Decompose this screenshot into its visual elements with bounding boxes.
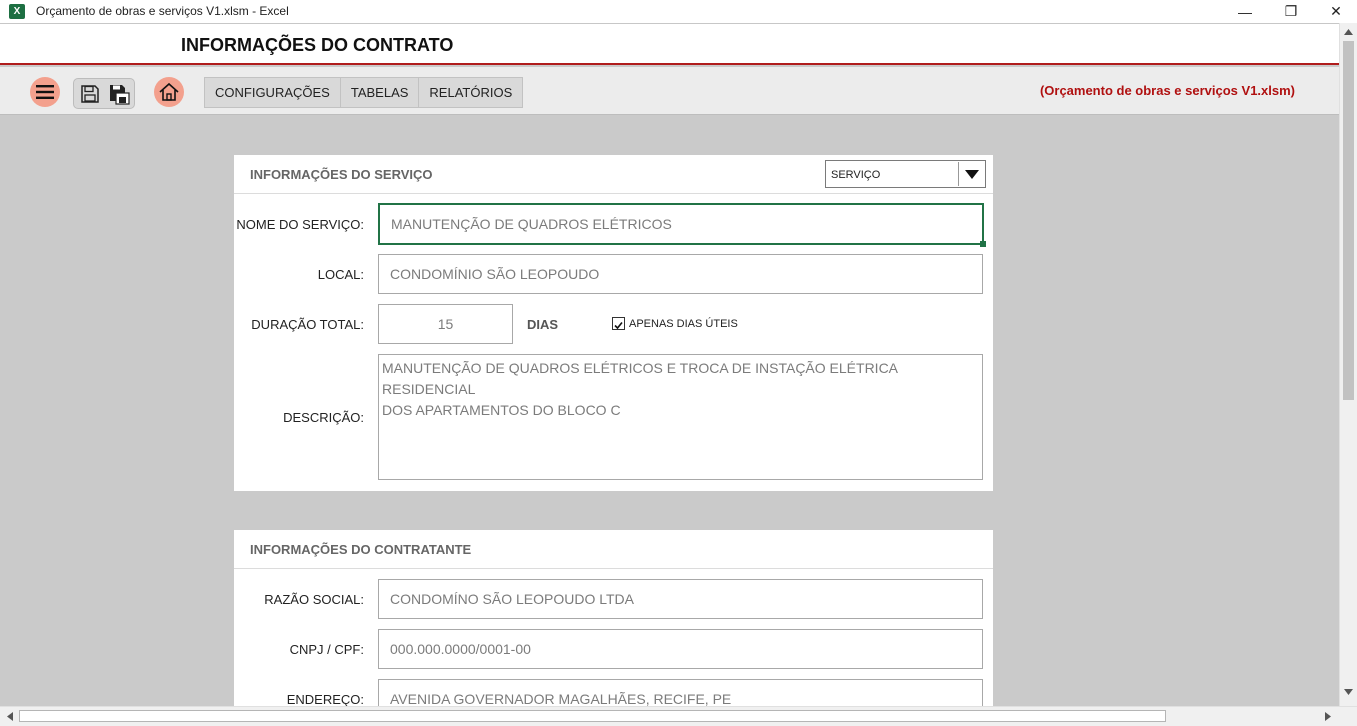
scroll-left-icon[interactable] <box>2 708 18 724</box>
service-name-field[interactable]: MANUTENÇÃO DE QUADROS ELÉTRICOS <box>378 203 984 245</box>
workdays-checkbox[interactable] <box>612 317 625 330</box>
hamburger-icon <box>36 85 54 99</box>
service-name-label: NOME DO SERVIÇO: <box>236 217 364 232</box>
cnpj-label: CNPJ / CPF: <box>289 642 364 657</box>
service-panel-title: INFORMAÇÕES DO SERVIÇO <box>250 167 433 182</box>
contractor-panel: INFORMAÇÕES DO CONTRATANTE RAZÃO SOCIAL:… <box>234 530 993 706</box>
service-panel: INFORMAÇÕES DO SERVIÇO SERVIÇO NOME DO S… <box>234 155 993 491</box>
scroll-right-icon[interactable] <box>1320 708 1336 724</box>
scroll-up-icon[interactable] <box>1340 23 1357 40</box>
local-label: LOCAL: <box>317 267 364 282</box>
local-field[interactable]: CONDOMÍNIO SÃO LEOPOUDO <box>378 254 983 294</box>
home-icon <box>159 82 179 101</box>
company-field[interactable]: CONDOMÍNO SÃO LEOPOUDO LTDA <box>378 579 983 619</box>
close-button[interactable]: ✕ <box>1313 0 1357 23</box>
window-title: Orçamento de obras e serviços V1.xlsm - … <box>36 4 289 18</box>
duration-field[interactable]: 15 <box>378 304 513 344</box>
workdays-label: APENAS DIAS ÚTEIS <box>629 318 738 330</box>
chevron-down-icon <box>964 169 979 179</box>
horizontal-scrollbar[interactable] <box>0 706 1357 726</box>
save-group <box>73 78 135 109</box>
description-line-1: MANUTENÇÃO DE QUADROS ELÉTRICOS E TROCA … <box>382 360 898 397</box>
home-button[interactable] <box>154 77 184 107</box>
duration-label: DURAÇÃO TOTAL: <box>251 317 364 332</box>
cnpj-field[interactable]: 000.000.0000/0001-00 <box>378 629 983 669</box>
minimize-button[interactable]: — <box>1222 0 1268 23</box>
tab-relatorios[interactable]: RELATÓRIOS <box>419 78 522 107</box>
description-label: DESCRIÇÃO: <box>283 410 364 425</box>
dropdown-arrow-button[interactable] <box>958 162 984 186</box>
restore-button[interactable]: ❐ <box>1268 0 1314 23</box>
address-field[interactable]: AVENIDA GOVERNADOR MAGALHÃES, RECIFE, PE <box>378 679 983 706</box>
tab-configuracoes[interactable]: CONFIGURAÇÕES <box>205 78 341 107</box>
page-header: INFORMAÇÕES DO CONTRATO <box>0 24 1339 65</box>
service-type-value: SERVIÇO <box>831 169 881 181</box>
file-name-label: (Orçamento de obras e serviços V1.xlsm) <box>1039 83 1295 98</box>
address-label: ENDEREÇO: <box>286 692 364 706</box>
excel-icon: X <box>9 4 25 19</box>
save-as-icon[interactable] <box>108 83 130 105</box>
description-field[interactable]: MANUTENÇÃO DE QUADROS ELÉTRICOS E TROCA … <box>378 354 983 480</box>
horizontal-scroll-thumb[interactable] <box>19 710 1166 722</box>
vertical-scrollbar[interactable] <box>1339 23 1357 706</box>
contractor-panel-title: INFORMAÇÕES DO CONTRATANTE <box>250 542 472 557</box>
page-title: INFORMAÇÕES DO CONTRATO <box>181 35 454 55</box>
service-type-select[interactable]: SERVIÇO <box>825 160 986 188</box>
checkmark-icon <box>614 321 623 330</box>
save-icon[interactable] <box>79 83 101 105</box>
workbook-area: INFORMAÇÕES DO CONTRATO CONFIGURAÇÕES TA… <box>0 23 1339 706</box>
nav-tabs: CONFIGURAÇÕES TABELAS RELATÓRIOS <box>204 77 524 108</box>
title-bar: X Orçamento de obras e serviços V1.xlsm … <box>0 0 1357 23</box>
menu-button[interactable] <box>30 77 60 107</box>
cell-fill-handle[interactable] <box>980 241 986 247</box>
vertical-scroll-thumb[interactable] <box>1343 41 1354 400</box>
description-line-2: DOS APARTAMENTOS DO BLOCO C <box>382 402 621 418</box>
contractor-panel-header: INFORMAÇÕES DO CONTRATANTE <box>234 530 993 569</box>
company-label: RAZÃO SOCIAL: <box>264 592 364 607</box>
toolbar: CONFIGURAÇÕES TABELAS RELATÓRIOS (Orçame… <box>0 67 1339 115</box>
scroll-down-icon[interactable] <box>1340 683 1357 700</box>
tab-tabelas[interactable]: TABELAS <box>341 78 420 107</box>
days-unit: DIAS <box>527 317 559 332</box>
